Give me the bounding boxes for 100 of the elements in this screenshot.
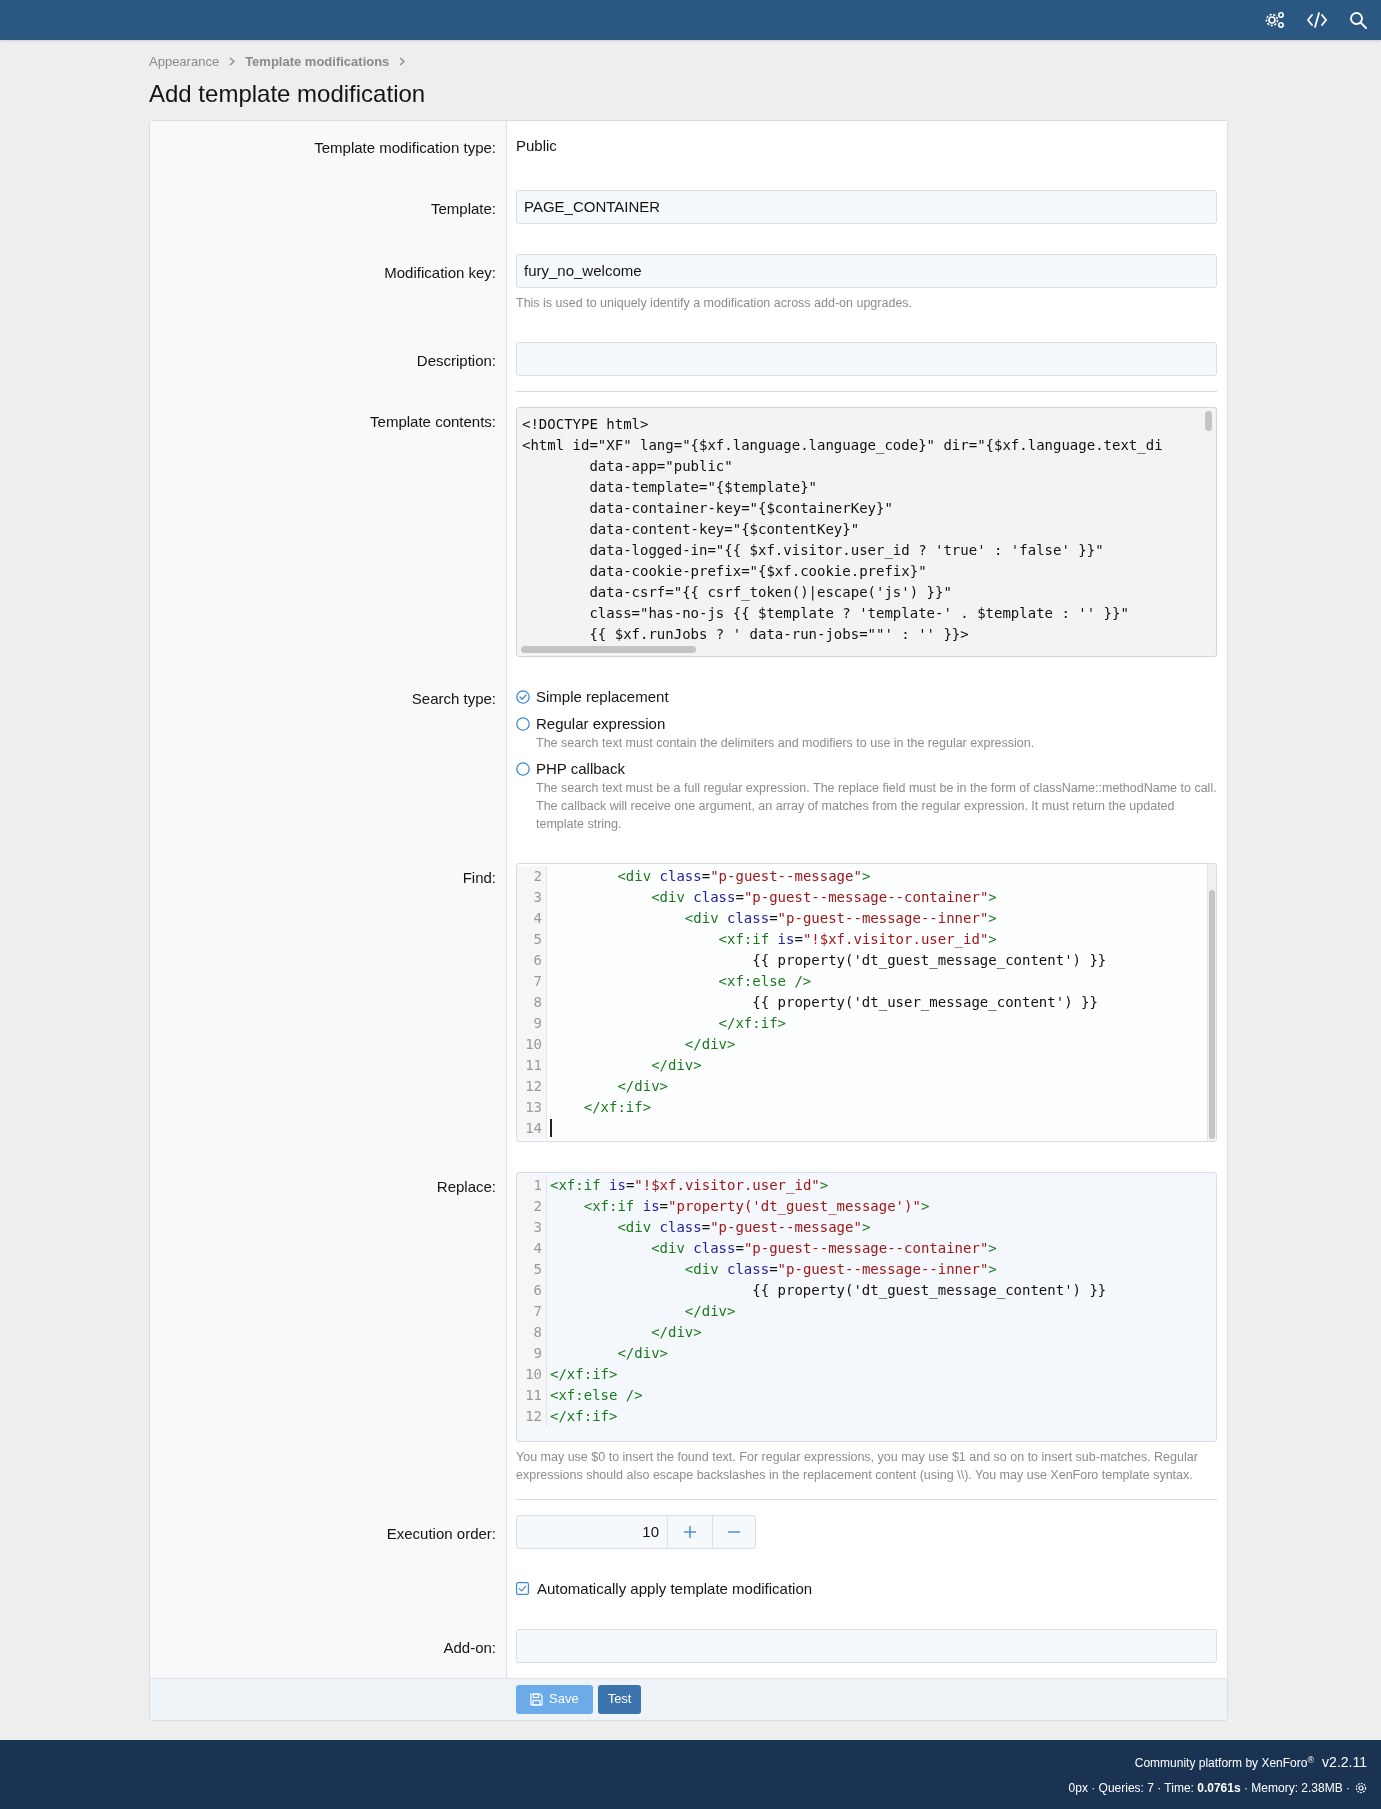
code-line: <div class="p-guest--message"> — [616, 866, 871, 886]
code-editor[interactable] — [516, 406, 1217, 657]
code-line: </div> — [616, 1076, 668, 1096]
scrollbar[interactable] — [1207, 863, 1216, 1141]
page-title: Add template modification — [149, 78, 427, 109]
version-text: v2.2.11 — [1322, 1753, 1367, 1772]
line-number: 5 — [532, 1259, 542, 1279]
code-line: data-template="{$template}" — [588, 477, 817, 497]
code-line: data-app="public" — [588, 456, 733, 476]
field-label: Execution order: — [386, 1524, 496, 1542]
code-line: <div class="p-guest--message--inner"> — [683, 1259, 997, 1279]
minus-icon — [728, 1530, 740, 1533]
text-input[interactable] — [516, 1628, 1217, 1663]
number-input[interactable]: 10 — [516, 1514, 668, 1549]
code-line: <!DOCTYPE html> — [522, 414, 649, 434]
field-hint: The search text must be a full regular expression. The replace field must be in the form of className::methodName to call. The callback will receive one argument, an array of matches from the regular expression. It must return the updated template string. — [536, 779, 1217, 833]
code-line: data-logged-in="{{ $xf.visitor.user_id ? 'true' : 'false' }}" — [588, 540, 1104, 561]
field-label: Find: — [462, 868, 496, 886]
test-button[interactable]: Test — [597, 1684, 642, 1714]
code-line: </xf:if> — [550, 1364, 618, 1384]
debug-stats: 0px · Queries: 7 · Time: 0.0761s · Memory: 2.38MB · — [1068, 1780, 1350, 1797]
line-number: 7 — [532, 971, 542, 991]
line-number: 3 — [532, 1217, 542, 1237]
code-line: class="has-no-js {{ $template ? 'template-' . $template : '' }}" — [588, 603, 1129, 623]
checkbox-label[interactable]: Automatically apply template modification — [537, 1578, 813, 1599]
line-number: 11 — [524, 1055, 542, 1075]
checkbox-checked[interactable] — [516, 1582, 529, 1595]
line-number: 4 — [532, 1238, 542, 1258]
line-number: 7 — [532, 1301, 542, 1321]
field-label: Template: — [430, 199, 496, 217]
radio-label[interactable]: Regular expression — [536, 713, 666, 734]
line-number: 4 — [532, 908, 542, 928]
code-line: data-csrf="{{ csrf_token()|escape('js') }}" — [588, 582, 952, 603]
line-number: 5 — [532, 929, 542, 949]
radio-label[interactable]: PHP callback — [536, 758, 625, 779]
line-number: 9 — [532, 1013, 542, 1033]
scrollbar-thumb[interactable] — [521, 645, 696, 653]
line-number: 12 — [524, 1076, 542, 1096]
radio-button[interactable] — [516, 761, 530, 776]
line-number: 12 — [524, 1406, 542, 1426]
line-number: 13 — [524, 1097, 542, 1117]
field-label: Replace: — [436, 1177, 496, 1195]
code-line: </div> — [683, 1301, 736, 1321]
text-input[interactable] — [516, 341, 1217, 376]
code-line: data-cookie-prefix="{$xf.cookie.prefix}" — [588, 561, 927, 581]
line-number: 2 — [532, 866, 542, 886]
code-line: </xf:if> — [717, 1013, 786, 1033]
field-label: Add-on: — [443, 1638, 496, 1656]
code-line: data-content-key="{$contentKey}" — [588, 519, 860, 539]
line-number: 6 — [532, 1280, 542, 1300]
radio-button[interactable] — [516, 716, 530, 731]
text-input[interactable]: fury_no_welcome — [516, 253, 1217, 288]
code-line: <div class="p-guest--message--inner"> — [683, 908, 997, 928]
line-number: 6 — [532, 950, 542, 970]
field-label: Search type: — [411, 689, 496, 707]
code-line: </xf:if> — [582, 1097, 652, 1117]
radio-checked[interactable] — [516, 689, 530, 704]
code-line: <xf:else /> — [550, 1385, 643, 1405]
code-line: </div> — [650, 1055, 702, 1075]
search-icon[interactable] — [1349, 11, 1367, 29]
field-hint: The search text must contain the delimiters and modifiers to use in the regular expression. — [536, 734, 1035, 752]
scrollbar-thumb[interactable] — [1205, 410, 1212, 431]
increment-button[interactable] — [668, 1514, 712, 1549]
line-number: 8 — [532, 1322, 542, 1342]
line-number: 8 — [532, 992, 542, 1012]
code-line: {{ $xf.runJobs ? ' data-run-jobs=""' : '' }}> — [588, 624, 969, 644]
field-label: Template modification type: — [314, 138, 496, 156]
code-line: <div class="p-guest--message--container"> — [650, 1238, 997, 1258]
line-number: 9 — [532, 1343, 542, 1363]
code-line: <xf:if is="!$xf.visitor.user_id"> — [717, 929, 997, 950]
code-line: </div> — [650, 1322, 702, 1342]
settings-icon[interactable] — [1355, 1782, 1367, 1794]
code-line: <div class="p-guest--message"> — [616, 1217, 871, 1237]
save-icon — [530, 1692, 543, 1706]
code-line: <html id="XF" lang="{$xf.language.language_code}" dir="{$xf.language.text_di — [522, 435, 1163, 456]
code-line: <xf:if is="property('dt_guest_message')"> — [582, 1196, 930, 1217]
gears-icon[interactable] — [1265, 11, 1285, 29]
code-line: </div> — [616, 1343, 668, 1363]
field-label: Modification key: — [384, 263, 496, 281]
code-line: {{ property('dt_guest_message_content') }} — [751, 950, 1107, 971]
field-label: Description: — [416, 351, 496, 369]
code-line: data-container-key="{$containerKey}" — [588, 498, 893, 518]
plus-icon — [684, 1525, 696, 1538]
code-line: <xf:else /> — [717, 971, 812, 991]
line-number: 3 — [532, 887, 542, 907]
line-number: 1 — [532, 1175, 542, 1195]
field-hint: This is used to uniquely identify a modification across add-on upgrades. — [516, 294, 914, 312]
chevron-icon — [229, 57, 236, 67]
code-line: <div class="p-guest--message--container"> — [650, 887, 997, 907]
code-icon[interactable] — [1307, 11, 1327, 29]
field-label: Template contents: — [370, 412, 496, 430]
code-line: <xf:if is="!$xf.visitor.user_id"> — [550, 1175, 829, 1196]
line-number: 2 — [532, 1196, 542, 1216]
line-number: 14 — [524, 1118, 542, 1138]
line-number: 11 — [524, 1385, 542, 1405]
code-line: </xf:if> — [550, 1406, 618, 1426]
radio-label[interactable]: Simple replacement — [536, 686, 669, 707]
text-input[interactable]: PAGE_CONTAINER — [516, 189, 1217, 224]
footer-credit[interactable]: Community platform by XenForo$^{®}$ — [1134, 1754, 1315, 1772]
code-line: {{ property('dt_user_message_content') }} — [751, 992, 1098, 1013]
